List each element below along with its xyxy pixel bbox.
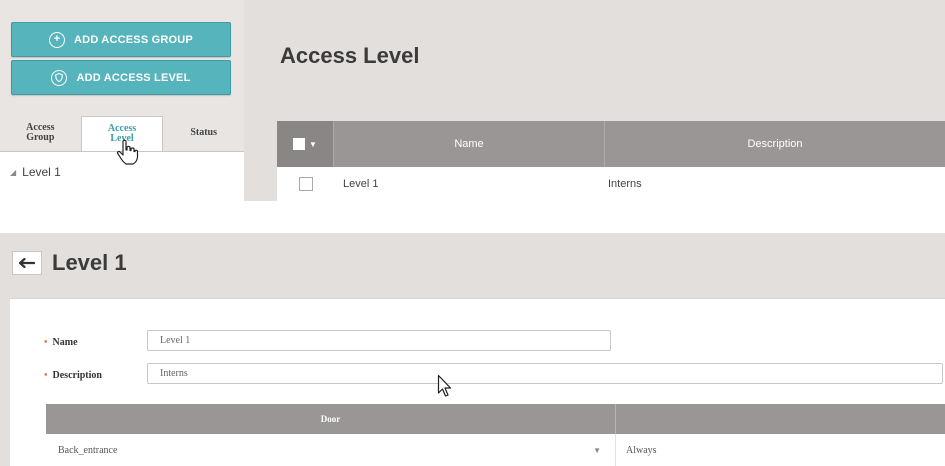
description-field[interactable]: Interns xyxy=(147,363,943,384)
door-select[interactable]: Back_entrance ▼ xyxy=(46,433,616,466)
list-main: Access Level ▼ Name Description Level 1 … xyxy=(244,0,945,201)
description-field-value: Interns xyxy=(160,368,188,379)
description-field-label: • Description xyxy=(44,370,102,381)
access-level-detail-panel: Level 1 • Name Level 1 • Description Int… xyxy=(0,233,945,466)
detail-title: Level 1 xyxy=(52,250,127,275)
page-title: Access Level xyxy=(280,43,420,68)
description-label-text: Description xyxy=(52,370,102,381)
row-checkbox[interactable] xyxy=(298,177,313,191)
row-name: Level 1 xyxy=(343,178,379,190)
schedule-value[interactable]: Always xyxy=(616,445,945,456)
name-field-value: Level 1 xyxy=(160,335,191,346)
chevron-down-icon[interactable]: ▼ xyxy=(309,140,317,149)
column-header-schedule[interactable] xyxy=(616,404,945,434)
arrow-left-icon xyxy=(19,258,35,268)
select-all-control[interactable]: ▼ xyxy=(277,121,334,167)
table-row[interactable]: Level 1 Interns xyxy=(277,167,945,201)
row-check-cell xyxy=(277,177,334,191)
column-header-name[interactable]: Name xyxy=(334,121,605,167)
required-marker: • xyxy=(44,337,48,348)
plus-circle-icon: + xyxy=(49,31,66,48)
name-label-text: Name xyxy=(52,337,78,348)
tab-access-group[interactable]: Access Group xyxy=(0,114,81,151)
door-table-header: Door xyxy=(46,404,945,434)
sidebar: + ADD ACCESS GROUP ADD ACCESS LEVEL Acce… xyxy=(0,0,244,201)
name-field-label: • Name xyxy=(44,337,78,348)
name-field[interactable]: Level 1 xyxy=(147,330,611,351)
tab-status-label: Status xyxy=(190,126,218,138)
chevron-down-icon[interactable]: ▼ xyxy=(593,446,601,455)
column-header-description[interactable]: Description xyxy=(605,138,945,150)
shield-circle-icon xyxy=(51,69,68,86)
column-header-door[interactable]: Door xyxy=(46,404,616,434)
tab-status[interactable]: Status xyxy=(163,114,244,151)
access-level-list-panel: + ADD ACCESS GROUP ADD ACCESS LEVEL Acce… xyxy=(0,0,945,201)
table-row[interactable]: Back_entrance ▼ Always xyxy=(46,433,945,466)
tab-access-group-line2: Group xyxy=(26,131,55,143)
back-button[interactable] xyxy=(12,251,42,275)
door-value: Back_entrance xyxy=(58,444,118,456)
list-table-header: ▼ Name Description xyxy=(277,121,945,167)
row-description: Interns xyxy=(608,178,642,190)
required-marker: • xyxy=(44,370,48,381)
level-form: • Name Level 1 • Description Interns Doo… xyxy=(10,298,945,466)
add-access-level-button[interactable]: ADD ACCESS LEVEL xyxy=(11,60,231,95)
select-all-checkbox[interactable] xyxy=(293,138,306,150)
add-access-group-label: ADD ACCESS GROUP xyxy=(74,33,193,46)
tree-item-level-1[interactable]: ◢ Level 1 xyxy=(10,165,61,179)
tree-item-label: Level 1 xyxy=(22,165,61,179)
hand-cursor-icon xyxy=(116,139,139,165)
expand-triangle-icon[interactable]: ◢ xyxy=(10,168,16,177)
arrow-cursor-icon xyxy=(437,374,452,397)
add-access-level-label: ADD ACCESS LEVEL xyxy=(76,71,191,84)
add-access-group-button[interactable]: + ADD ACCESS GROUP xyxy=(11,22,231,57)
